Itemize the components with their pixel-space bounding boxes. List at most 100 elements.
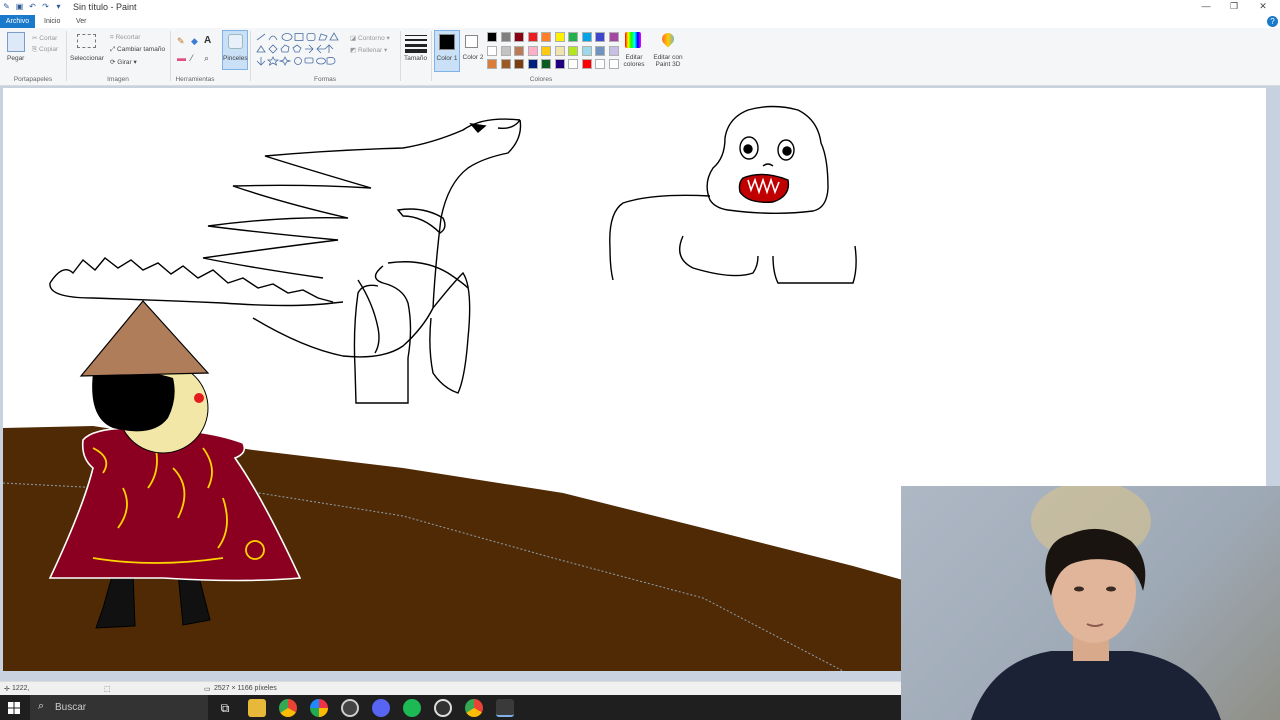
paint-taskbar-icon[interactable] <box>496 699 514 717</box>
fill-icon[interactable]: ◆ <box>191 36 198 47</box>
divider <box>431 31 432 81</box>
color1-label: Color 1 <box>436 55 458 62</box>
palette-swatch[interactable] <box>514 32 524 42</box>
title-bar: ✎ ▣ ↶ ↷ ▾ Sin título - Paint — ❐ ✕ <box>0 0 1280 15</box>
palette-swatch[interactable] <box>608 59 619 69</box>
palette-swatch[interactable] <box>514 45 524 56</box>
fill-dropdown[interactable]: Rellenar <box>358 47 382 54</box>
palette-swatch[interactable] <box>541 59 551 69</box>
palette-swatch[interactable] <box>581 32 592 42</box>
text-tool-icon[interactable]: A <box>204 35 211 46</box>
copy-button[interactable]: Copiar <box>39 46 58 53</box>
help-icon[interactable]: ? <box>1267 16 1278 27</box>
paint-app-icon: ✎ <box>3 2 10 11</box>
customize-dropdown-icon[interactable]: ▾ <box>54 2 63 11</box>
pencil-icon[interactable]: ✎ <box>177 36 185 47</box>
palette-swatch[interactable] <box>581 59 592 69</box>
save-icon[interactable]: ▣ <box>15 2 24 11</box>
palette-swatch[interactable] <box>541 32 551 42</box>
undo-icon[interactable]: ↶ <box>28 2 37 11</box>
palette-swatch[interactable] <box>527 59 538 69</box>
shapes-group-label: Formas <box>313 76 337 83</box>
maximize-button[interactable]: ❐ <box>1224 1 1244 12</box>
cut-button[interactable]: Cortar <box>39 35 57 42</box>
rotate-button[interactable]: Girar <box>117 59 131 66</box>
webcam-person <box>971 486 1221 720</box>
paste-button[interactable]: Pegar <box>7 55 24 62</box>
color1-button[interactable]: Color 1 <box>434 30 460 72</box>
palette-swatch[interactable] <box>514 59 524 69</box>
palette-swatch[interactable] <box>541 45 551 56</box>
edit-colors-icon[interactable] <box>625 32 641 48</box>
obs-icon[interactable] <box>341 699 359 717</box>
spotify-icon[interactable] <box>403 699 421 717</box>
divider <box>66 31 67 81</box>
palette-swatch[interactable] <box>527 45 538 56</box>
palette-swatch[interactable] <box>608 45 619 56</box>
palette-swatch[interactable] <box>554 32 565 42</box>
edit-colors-button[interactable]: Editar colores <box>620 54 648 68</box>
tab-view[interactable]: Ver <box>70 15 93 28</box>
app-icon[interactable] <box>434 699 452 717</box>
colors-group-label: Colores <box>529 76 553 83</box>
outline-dropdown[interactable]: Contorno <box>358 35 385 42</box>
discord-icon[interactable] <box>372 699 390 717</box>
chrome-icon[interactable] <box>279 699 297 717</box>
select-button[interactable]: Seleccionar <box>70 55 104 62</box>
window-title: Sin título - Paint <box>73 2 137 12</box>
palette-swatch[interactable] <box>554 45 565 56</box>
palette-swatch[interactable] <box>487 32 497 42</box>
palette-swatch[interactable] <box>554 59 565 69</box>
palette-swatch[interactable] <box>581 45 592 56</box>
eraser-icon[interactable]: ▬ <box>177 53 186 63</box>
taskbar-search[interactable]: ⌕ Buscar <box>30 695 208 720</box>
palette-swatch[interactable] <box>527 32 538 42</box>
browser-icon[interactable] <box>310 699 328 717</box>
palette-swatch[interactable] <box>500 45 511 56</box>
paste-icon[interactable] <box>7 32 25 52</box>
image-group-label: Imagen <box>107 76 129 83</box>
palette-swatch[interactable] <box>608 32 619 42</box>
paint3d-button[interactable]: Editar con Paint 3D <box>650 54 686 68</box>
resize-button[interactable]: Cambiar tamaño <box>117 46 165 53</box>
palette-swatch[interactable] <box>568 32 578 42</box>
clipboard-group-label: Portapapeles <box>13 76 53 83</box>
size-icon[interactable] <box>405 34 427 53</box>
size-button[interactable]: Tamaño <box>404 55 427 62</box>
close-button[interactable]: ✕ <box>1253 1 1273 12</box>
search-label: Buscar <box>55 702 87 713</box>
cursor-position: 1222, <box>12 685 30 692</box>
paint3d-icon[interactable] <box>659 30 677 48</box>
task-view-icon[interactable]: ⧉ <box>216 699 234 717</box>
ghost-sketch <box>609 105 857 284</box>
palette-swatch[interactable] <box>595 32 605 42</box>
crop-button[interactable]: Recortar <box>115 34 140 41</box>
minimize-button[interactable]: — <box>1196 1 1216 11</box>
palette-swatch[interactable] <box>487 45 497 56</box>
color2-swatch <box>465 35 478 48</box>
palette-swatch[interactable] <box>500 32 511 42</box>
magnifier-icon[interactable]: ⌕ <box>204 53 209 64</box>
cursor-position-icon: ✛ <box>4 686 10 693</box>
windows-start-icon[interactable] <box>6 700 22 716</box>
palette-swatch[interactable] <box>595 45 605 56</box>
file-explorer-icon[interactable] <box>248 699 266 717</box>
color-picker-icon[interactable]: ⁄ <box>191 53 193 63</box>
ribbon-tabs: Archivo Inicio Ver ? <box>0 15 1280 28</box>
ribbon: Pegar ✂ Cortar ⎘ Copiar Portapapeles Sel… <box>0 28 1280 86</box>
palette-swatch[interactable] <box>568 59 578 69</box>
palette-swatch[interactable] <box>568 45 578 56</box>
shapes-gallery-icon[interactable] <box>255 32 345 68</box>
brushes-button[interactable]: Pinceles <box>222 30 248 70</box>
webcam-overlay <box>901 486 1280 720</box>
palette-swatch[interactable] <box>487 59 497 69</box>
brush-icon <box>228 34 243 49</box>
tab-home[interactable]: Inicio <box>38 15 66 28</box>
tab-file[interactable]: Archivo <box>0 15 35 28</box>
color2-button[interactable]: Color 2 <box>462 30 484 72</box>
redo-icon[interactable]: ↷ <box>41 2 50 11</box>
chrome-profile-icon[interactable] <box>465 699 483 717</box>
palette-swatch[interactable] <box>595 59 605 69</box>
select-icon[interactable] <box>77 34 96 48</box>
palette-swatch[interactable] <box>500 59 511 69</box>
